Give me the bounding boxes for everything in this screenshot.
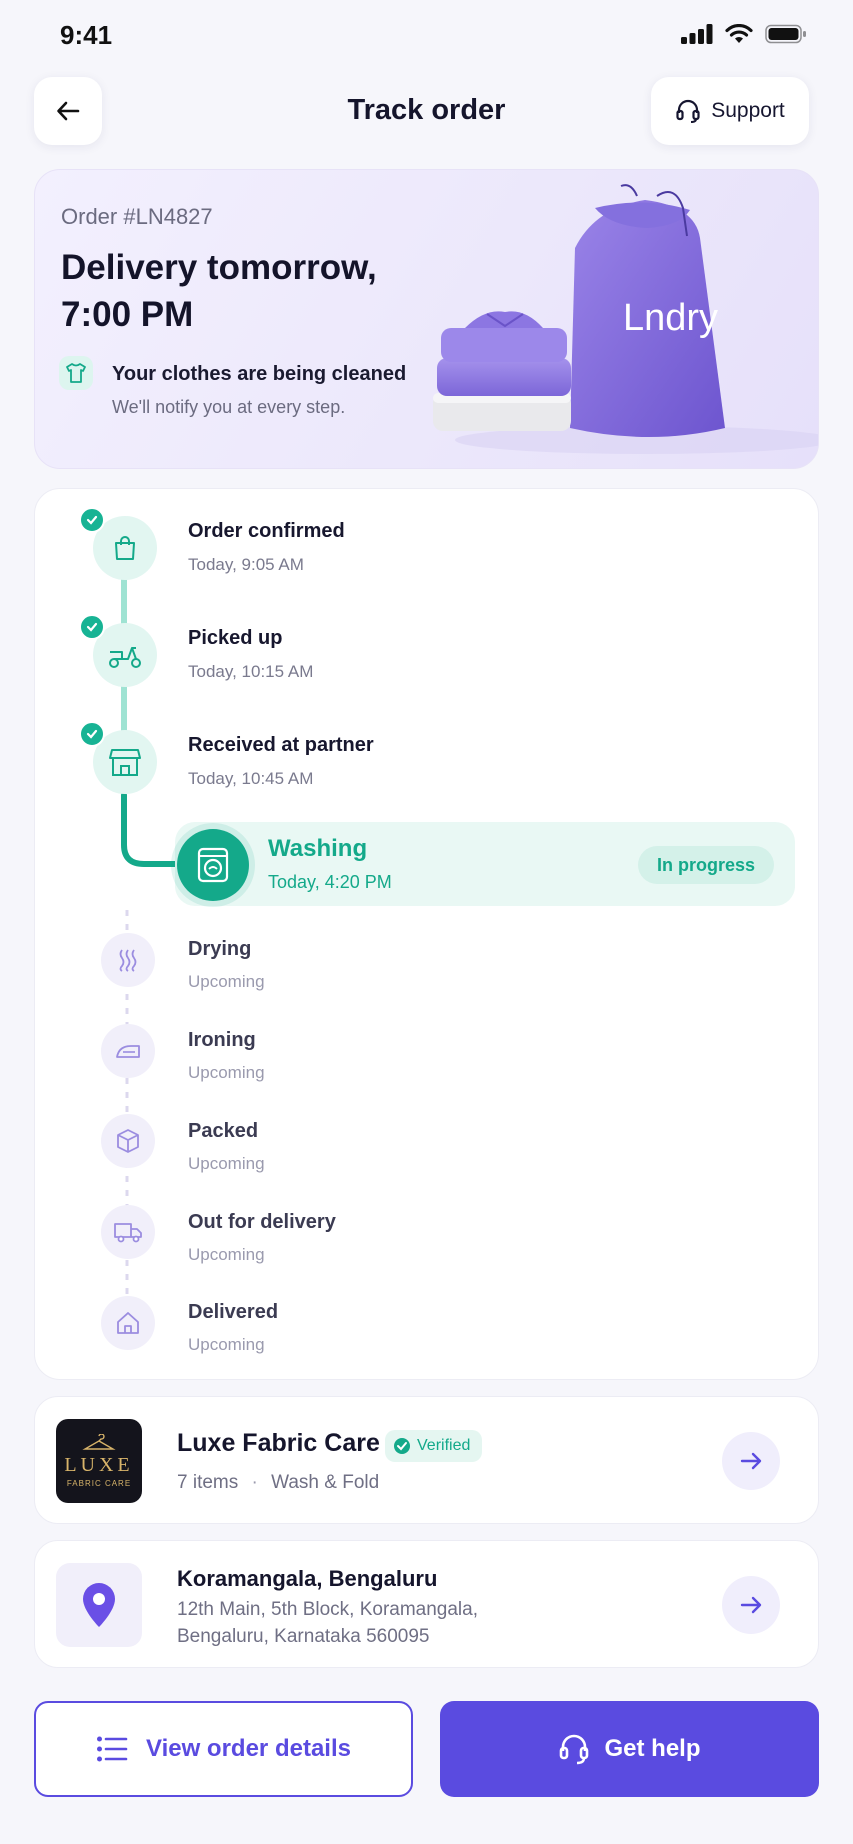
step-packed-title: Packed bbox=[188, 1120, 259, 1142]
current-step-title: Washing bbox=[268, 835, 368, 862]
step-delivered-time: Upcoming bbox=[188, 1335, 265, 1354]
headset-icon bbox=[676, 99, 700, 123]
step-drying-title: Drying bbox=[188, 938, 252, 960]
support-label: Support bbox=[711, 99, 785, 122]
arrow-right-icon bbox=[740, 1596, 762, 1614]
arrow-right-icon bbox=[740, 1452, 762, 1470]
cleaning-status-title: Your clothes are being cleaned bbox=[112, 363, 407, 385]
step-delivery-icon bbox=[101, 1205, 155, 1259]
logo-sub-text: FABRIC CARE bbox=[66, 1479, 132, 1488]
partner-meta: 7 items · Wash & Fold bbox=[177, 1472, 380, 1493]
check-icon bbox=[79, 614, 105, 640]
step-ironing-time: Upcoming bbox=[188, 1063, 265, 1082]
support-button[interactable]: Support bbox=[651, 77, 809, 145]
partner-logo: LUXE FABRIC CARE bbox=[56, 1419, 142, 1503]
status-icons bbox=[681, 24, 807, 44]
order-id: Order #LN4827 bbox=[61, 204, 213, 229]
get-help-button[interactable]: Get help bbox=[440, 1701, 819, 1797]
verified-label: Verified bbox=[417, 1437, 471, 1454]
partner-name: Luxe Fabric Care bbox=[177, 1429, 380, 1457]
cleaning-status-subtitle: We'll notify you at every step. bbox=[112, 397, 346, 417]
box-icon bbox=[117, 1129, 139, 1153]
delivery-hero-card: Order #LN4827 Delivery tomorrow, 7:00 PM… bbox=[34, 169, 819, 469]
tshirt-icon bbox=[59, 356, 93, 390]
battery-icon bbox=[765, 24, 806, 44]
step-order-confirmed-time: Today, 9:05 AM bbox=[188, 555, 304, 574]
get-help-label: Get help bbox=[604, 1735, 701, 1762]
check-icon bbox=[79, 721, 105, 747]
step-drying-icon bbox=[101, 933, 155, 987]
washing-machine-icon bbox=[177, 829, 249, 901]
shopping-bag-icon bbox=[115, 536, 135, 560]
bag-brand-text: Lndry bbox=[623, 297, 718, 339]
store-icon bbox=[109, 749, 141, 776]
wifi-icon bbox=[725, 24, 753, 43]
list-icon bbox=[97, 1736, 128, 1762]
address-line-1: 12th Main, 5th Block, Koramangala, bbox=[177, 1599, 479, 1620]
delivery-eta-heading: Delivery tomorrow, 7:00 PM bbox=[61, 248, 377, 334]
step-delivery-title: Out for delivery bbox=[188, 1211, 336, 1233]
partner-service: Wash & Fold bbox=[271, 1472, 380, 1493]
step-drying-time: Upcoming bbox=[188, 972, 265, 991]
view-order-details-label: View order details bbox=[146, 1735, 351, 1762]
step-ironing-icon bbox=[101, 1024, 155, 1078]
truck-icon bbox=[114, 1223, 142, 1243]
signal-icon bbox=[681, 24, 713, 44]
step-delivered-title: Delivered bbox=[188, 1301, 279, 1323]
step-received-title: Received at partner bbox=[188, 734, 374, 756]
location-pin-icon bbox=[56, 1563, 142, 1647]
headset-icon bbox=[560, 1734, 589, 1765]
verified-badge: Verified bbox=[385, 1430, 483, 1462]
address-title: Koramangala, Bengaluru bbox=[177, 1566, 438, 1591]
step-packed-time: Upcoming bbox=[188, 1154, 265, 1173]
address-arrow-button[interactable] bbox=[722, 1576, 780, 1634]
step-ironing-title: Ironing bbox=[188, 1029, 256, 1051]
step-received-time: Today, 10:45 AM bbox=[188, 769, 314, 788]
scooter-icon bbox=[109, 647, 141, 668]
verified-check-icon bbox=[394, 1438, 410, 1454]
laundry-bag-illustration: Lndry bbox=[433, 184, 818, 454]
home-icon bbox=[117, 1312, 139, 1334]
check-icon bbox=[79, 507, 105, 533]
logo-main-text: LUXE bbox=[64, 1454, 134, 1476]
iron-icon bbox=[116, 1045, 140, 1058]
address-line-2: Bengaluru, Karnataka 560095 bbox=[177, 1626, 430, 1647]
step-delivered-icon bbox=[101, 1296, 155, 1350]
in-progress-badge: In progress bbox=[638, 846, 774, 884]
hanger-icon bbox=[82, 1434, 116, 1450]
step-picked-up-title: Picked up bbox=[188, 627, 283, 649]
step-packed-icon bbox=[101, 1114, 155, 1168]
current-step-time: Today, 4:20 PM bbox=[268, 872, 392, 892]
view-order-details-button[interactable]: View order details bbox=[34, 1701, 413, 1797]
steam-icon bbox=[119, 949, 137, 972]
step-delivery-time: Upcoming bbox=[188, 1245, 265, 1264]
step-picked-up-time: Today, 10:15 AM bbox=[188, 662, 314, 681]
status-time: 9:41 bbox=[60, 20, 113, 50]
partner-items: 7 items bbox=[177, 1472, 239, 1493]
partner-arrow-button[interactable] bbox=[722, 1432, 780, 1490]
step-order-confirmed-title: Order confirmed bbox=[188, 520, 345, 542]
